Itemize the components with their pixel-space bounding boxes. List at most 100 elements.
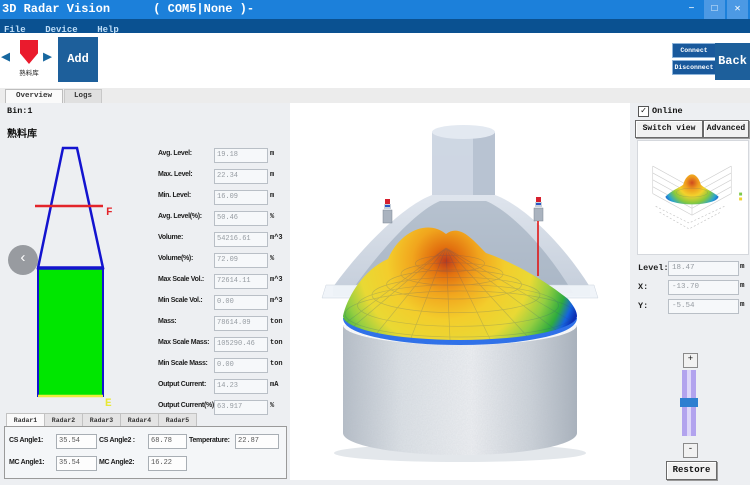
silo-3d-render	[290, 103, 630, 480]
metric-unit: m^3	[270, 276, 283, 284]
zoom-slider-thumb[interactable]	[680, 398, 698, 407]
x-label: X:	[638, 282, 648, 292]
x-unit: m	[740, 282, 745, 290]
metric-label: Avg. Level:	[158, 150, 192, 157]
metric-value-field: 72614.11	[214, 274, 268, 289]
metric-unit: %	[270, 402, 274, 410]
zoom-out-button[interactable]: -	[683, 443, 698, 458]
metric-label: Min Scale Vol.:	[158, 297, 202, 304]
metric-unit: ton	[270, 339, 283, 347]
add-button[interactable]: Add	[58, 37, 98, 82]
metric-unit: m^3	[270, 234, 283, 242]
main-area: Bin:1 熟料库 F E ‹ Avg. Level: 19.18 m Max.…	[0, 103, 750, 480]
metric-value-field: 19.18	[214, 148, 268, 163]
metric-unit: mA	[270, 381, 278, 389]
minimize-button[interactable]: −	[681, 0, 702, 19]
metric-label: Max Scale Mass:	[158, 339, 209, 346]
metric-row: Mass: 78614.09 ton	[156, 316, 290, 331]
menu-bar: File Device Help	[0, 19, 750, 33]
tab-strip: Overview Logs	[0, 88, 750, 104]
tab-radar2[interactable]: Radar2	[44, 413, 83, 427]
back-button[interactable]: Back	[715, 43, 750, 80]
app-window: 3D Radar Vision ( COM5|None )- − □ ✕ Fil…	[0, 0, 750, 480]
metric-unit: m	[270, 192, 274, 200]
tab-radar3[interactable]: Radar3	[82, 413, 121, 427]
preview-mound	[665, 174, 718, 204]
zoom-in-button[interactable]: +	[683, 353, 698, 368]
position-row: X: -13.70 m	[630, 280, 750, 295]
title-bar: 3D Radar Vision ( COM5|None )- − □ ✕	[0, 0, 750, 19]
metric-unit: %	[270, 255, 274, 263]
metric-row: Max Scale Vol.: 72614.11 m^3	[156, 274, 290, 289]
metric-value-field: 50.46	[214, 211, 268, 226]
position-row: Y: -5.54 m	[630, 299, 750, 314]
right-panel: ✓ Online Switch view Advanced	[630, 103, 750, 480]
maximize-button[interactable]: □	[704, 0, 725, 19]
toolbar: ◀ 熟料库 ▶ Add Connect Disconnect Back	[0, 33, 750, 89]
tab-logs[interactable]: Logs	[64, 89, 102, 103]
bin-marker-label: 熟料库	[6, 67, 52, 77]
metric-label: Volume(%):	[158, 255, 193, 262]
metric-row: Min Scale Vol.: 0.00 m^3	[156, 295, 290, 310]
radar-sensor-left	[383, 199, 392, 223]
disconnect-button[interactable]: Disconnect	[672, 60, 716, 75]
mc-angle1-field[interactable]: 35.54	[56, 456, 97, 471]
metric-value-field: 16.09	[214, 190, 268, 205]
metric-label: Output Current(%):	[158, 402, 216, 409]
metric-value-field: 54216.61	[214, 232, 268, 247]
metric-label: Max Scale Vol.:	[158, 276, 204, 283]
prev-bin-arrow-icon[interactable]: ◀	[1, 47, 10, 66]
tab-radar5[interactable]: Radar5	[158, 413, 197, 427]
metric-value-field: 14.23	[214, 379, 268, 394]
online-checkbox[interactable]: ✓	[638, 106, 649, 117]
metric-unit: m	[270, 171, 274, 179]
bin-id-label: Bin:1	[7, 106, 33, 116]
restore-button[interactable]: Restore	[666, 461, 717, 480]
tab-radar4[interactable]: Radar4	[120, 413, 159, 427]
temperature-field[interactable]: 22.87	[235, 434, 279, 449]
advanced-button[interactable]: Advanced	[703, 120, 749, 138]
metric-unit: ton	[270, 318, 283, 326]
next-bin-arrow-icon[interactable]: ▶	[43, 47, 52, 66]
mc-angle2-field[interactable]: 16.22	[148, 456, 187, 471]
level-label: Level:	[638, 263, 669, 273]
switch-view-button[interactable]: Switch view	[635, 120, 703, 138]
cs-angle1-field[interactable]: 35.54	[56, 434, 97, 449]
metric-row: Max. Level: 22.34 m	[156, 169, 290, 184]
empty-level-letter: E	[105, 398, 112, 408]
metric-value-field: 0.00	[214, 358, 268, 373]
metric-value-field: 22.34	[214, 169, 268, 184]
metric-label: Volume:	[158, 234, 183, 241]
metric-row: Min. Level: 16.09 m	[156, 190, 290, 205]
metric-value-field: 105290.46	[214, 337, 268, 352]
tab-radar1[interactable]: Radar1	[6, 413, 45, 427]
metric-row: Avg. Level(%): 50.46 %	[156, 211, 290, 226]
metric-value-field: 72.09	[214, 253, 268, 268]
full-level-letter: F	[106, 207, 113, 219]
silo-3d-view[interactable]	[290, 103, 630, 480]
connect-button[interactable]: Connect	[672, 43, 716, 58]
temperature-label: Temperature:	[189, 437, 230, 444]
metric-row: Output Current: 14.23 mA	[156, 379, 290, 394]
cs-angle1-label: CS Angle1:	[9, 437, 43, 444]
y-field: -5.54	[668, 299, 739, 314]
close-button[interactable]: ✕	[727, 0, 748, 19]
metric-value-field: 63.917	[214, 400, 268, 415]
tab-overview[interactable]: Overview	[5, 89, 63, 103]
metric-label: Output Current:	[158, 381, 206, 388]
x-field: -13.70	[668, 280, 739, 295]
metric-value-field: 0.00	[214, 295, 268, 310]
bin-marker-icon[interactable]	[20, 40, 38, 64]
metric-row: Max Scale Mass: 105290.46 ton	[156, 337, 290, 352]
surface-preview-plot	[638, 141, 746, 252]
collapse-panel-button[interactable]: ‹	[8, 245, 38, 275]
mc-angle1-label: MC Angle1:	[9, 459, 44, 466]
y-unit: m	[740, 301, 745, 309]
cs-angle2-field[interactable]: 68.78	[148, 434, 187, 449]
metric-row: Volume(%): 72.09 %	[156, 253, 290, 268]
metric-label: Min. Level:	[158, 192, 191, 199]
mc-angle2-label: MC Angle2:	[99, 459, 134, 466]
metric-unit: m^3	[270, 297, 283, 305]
surface-preview[interactable]	[637, 140, 749, 255]
window-controls: − □ ✕	[681, 0, 748, 19]
